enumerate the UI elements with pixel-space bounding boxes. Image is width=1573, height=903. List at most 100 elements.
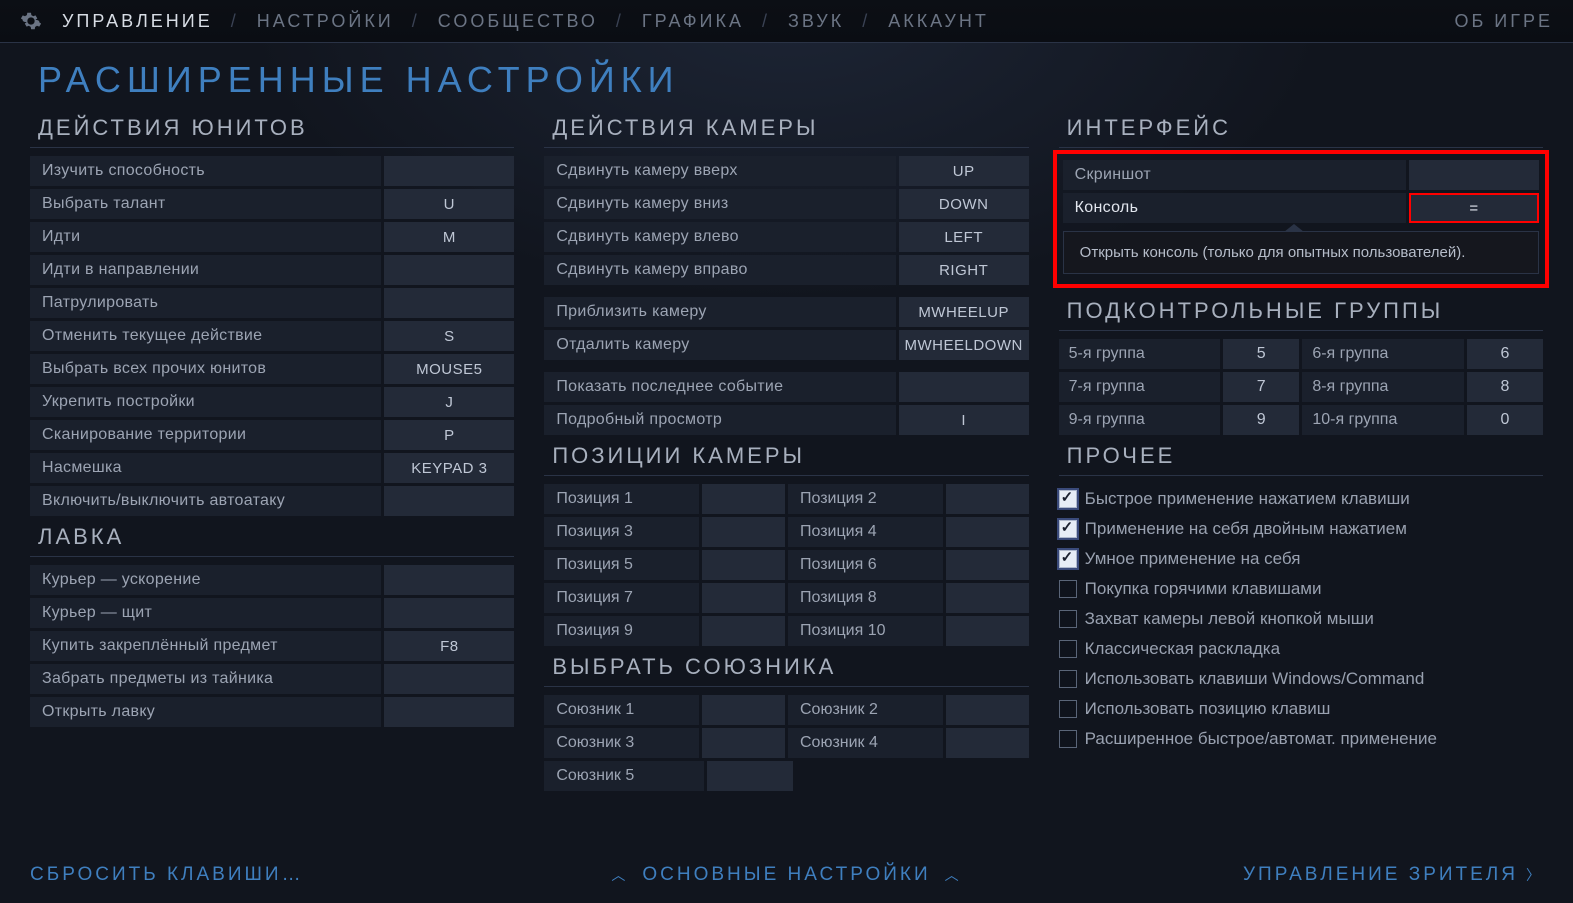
camera-pos-slot[interactable] [702,550,785,580]
keybind-slot[interactable]: MWHEELUP [899,297,1029,327]
ally-slot[interactable] [946,728,1029,758]
keybind-label: Сдвинуть камеру вверх [544,156,895,186]
keybind-row: Включить/выключить автоатаку [30,486,514,516]
nav-tab-аккаунт[interactable]: АККАУНТ [888,11,989,31]
keybind-slot[interactable] [384,565,514,595]
option-checkbox[interactable]: Применение на себя двойным нажатием [1059,514,1543,544]
nav-tab-графика[interactable]: ГРАФИКА [642,11,744,31]
keybind-row: ИдтиM [30,222,514,252]
keybind-slot[interactable]: P [384,420,514,450]
basic-settings-link[interactable]: ︿ ОСНОВНЫЕ НАСТРОЙКИ ︿ [611,864,961,886]
col-unit-actions: ДЕЙСТВИЯ ЮНИТОВ Изучить способностьВыбра… [30,107,514,794]
keybind-slot[interactable] [384,486,514,516]
nav-about[interactable]: ОБ ИГРЕ [1454,11,1553,32]
keybind-slot[interactable]: RIGHT [899,255,1029,285]
control-group-slot[interactable]: 7 [1223,372,1299,402]
ally-slot[interactable] [702,728,785,758]
option-checkbox[interactable]: Использовать клавиши Windows/Command [1059,664,1543,694]
control-group-slot[interactable]: 6 [1467,339,1543,369]
keybind-slot[interactable]: DOWN [899,189,1029,219]
control-group-slot[interactable]: 0 [1467,405,1543,435]
keybind-slot[interactable]: M [384,222,514,252]
console-highlight: Скриншот Консоль = Открыть консоль (толь… [1053,150,1549,288]
ally-label: Союзник 2 [788,695,943,725]
keybind-row: Сдвинуть камеру вправоRIGHT [544,255,1028,285]
camera-pos-slot[interactable] [702,616,785,646]
control-group-slot[interactable]: 5 [1223,339,1299,369]
checkbox-icon [1059,520,1077,538]
keybind-label: Отдалить камеру [544,330,895,360]
keybind-slot[interactable]: I [899,405,1029,435]
keybind-slot[interactable] [384,255,514,285]
col-interface: ИНТЕРФЕЙС Скриншот Консоль = Открыть кон… [1059,107,1543,794]
option-checkbox[interactable]: Умное применение на себя [1059,544,1543,574]
keybind-label: Сдвинуть камеру влево [544,222,895,252]
keybind-slot[interactable]: J [384,387,514,417]
keybind-slot[interactable] [384,697,514,727]
control-group-slot[interactable]: 8 [1467,372,1543,402]
ally-slot[interactable] [702,695,785,725]
keybind-label: Укрепить постройки [30,387,381,417]
keybind-slot[interactable]: KEYPAD 3 [384,453,514,483]
camera-pos-slot[interactable] [946,550,1029,580]
nav-tab-сообщество[interactable]: СООБЩЕСТВО [438,11,598,31]
section-camera-positions: ПОЗИЦИИ КАМЕРЫ [544,441,1028,476]
keybind-slot[interactable]: MOUSE5 [384,354,514,384]
nav-tab-настройки[interactable]: НАСТРОЙКИ [257,11,394,31]
option-checkbox[interactable]: Быстрое применение нажатием клавиши [1059,484,1543,514]
reset-keys-button[interactable]: СБРОСИТЬ КЛАВИШИ… [30,864,304,886]
keybind-row: Показать последнее событие [544,372,1028,402]
control-group-label: 9-я группа [1059,405,1220,435]
keybind-slot[interactable] [384,288,514,318]
ally-slot[interactable] [946,695,1029,725]
control-group-label: 5-я группа [1059,339,1220,369]
ally-slot[interactable] [707,761,793,791]
nav-tab-управление[interactable]: УПРАВЛЕНИЕ [62,11,213,31]
camera-pos-label: Позиция 1 [544,484,699,514]
checkbox-icon [1059,550,1077,568]
keybind-slot[interactable]: LEFT [899,222,1029,252]
option-checkbox[interactable]: Использовать позицию клавиш [1059,694,1543,724]
keybind-slot[interactable]: MWHEELDOWN [899,330,1029,360]
gear-icon[interactable] [20,10,42,32]
ally-label: Союзник 1 [544,695,699,725]
keybind-row: Выбрать талантU [30,189,514,219]
keybind-row: Курьер — щит [30,598,514,628]
control-group-slot[interactable]: 9 [1223,405,1299,435]
ally-label: Союзник 5 [544,761,704,791]
keybind-slot[interactable] [899,372,1029,402]
checkbox-label: Применение на себя двойным нажатием [1085,519,1407,539]
option-checkbox[interactable]: Захват камеры левой кнопкой мыши [1059,604,1543,634]
camera-pos-label: Позиция 7 [544,583,699,613]
checkbox-label: Быстрое применение нажатием клавиши [1085,489,1410,509]
keybind-slot[interactable]: F8 [384,631,514,661]
keybind-slot[interactable] [384,598,514,628]
checkbox-label: Захват камеры левой кнопкой мыши [1085,609,1374,629]
camera-pos-slot[interactable] [702,517,785,547]
keybind-label: Сдвинуть камеру вправо [544,255,895,285]
keybind-console[interactable]: = [1409,193,1539,223]
camera-pos-slot[interactable] [946,583,1029,613]
label-screenshot: Скриншот [1063,160,1406,190]
camera-pos-slot[interactable] [946,484,1029,514]
section-other: ПРОЧЕЕ [1059,441,1543,476]
camera-pos-slot[interactable] [946,517,1029,547]
keybind-slot[interactable]: S [384,321,514,351]
keybind-screenshot[interactable] [1409,160,1539,190]
control-group-label: 7-я группа [1059,372,1220,402]
ally-label: Союзник 3 [544,728,699,758]
nav-tab-звук[interactable]: ЗВУК [788,11,844,31]
camera-pos-slot[interactable] [946,616,1029,646]
keybind-slot[interactable] [384,156,514,186]
keybind-slot[interactable] [384,664,514,694]
keybind-slot[interactable]: UP [899,156,1029,186]
keybind-label: Насмешка [30,453,381,483]
camera-pos-slot[interactable] [702,583,785,613]
option-checkbox[interactable]: Покупка горячими клавишами [1059,574,1543,604]
keybind-slot[interactable]: U [384,189,514,219]
camera-pos-slot[interactable] [702,484,785,514]
option-checkbox[interactable]: Классическая раскладка [1059,634,1543,664]
spectator-controls-link[interactable]: УПРАВЛЕНИЕ ЗРИТЕЛЯ 〉 [1243,864,1543,886]
keybind-label: Сдвинуть камеру вниз [544,189,895,219]
option-checkbox[interactable]: Расширенное быстрое/автомат. применение [1059,724,1543,754]
